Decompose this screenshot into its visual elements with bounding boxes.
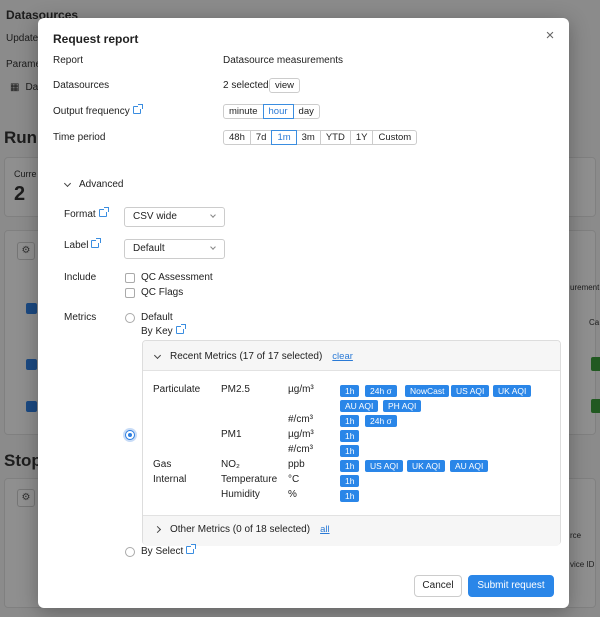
metric-chip[interactable]: NowCast [405, 385, 450, 397]
output-frequency-text: Output frequency [53, 106, 130, 117]
metric-pm1: PM1 [221, 429, 242, 440]
external-link-icon[interactable] [132, 104, 143, 114]
advanced-label: Advanced [79, 179, 124, 190]
external-link-icon[interactable] [186, 544, 197, 554]
metrics-default-label: Default [141, 312, 173, 323]
request-report-modal: Request report × Report Datasource measu… [38, 18, 569, 608]
frequency-segmented-control: minute hour day [223, 104, 320, 119]
external-link-icon[interactable] [175, 324, 186, 334]
time-option-1y[interactable]: 1Y [349, 130, 374, 145]
metric-pm25: PM2.5 [221, 384, 250, 395]
report-label: Report [53, 55, 84, 66]
chevron-down-icon [210, 212, 216, 218]
time-period-segmented-control: 48h 7d 1m 3m YTD 1Y Custom [223, 130, 418, 145]
metric-chip[interactable]: 1h [340, 475, 360, 487]
time-option-3m[interactable]: 3m [295, 130, 321, 145]
metric-chip[interactable]: US AQI [365, 460, 404, 472]
recent-metrics-label: Recent Metrics (17 of 17 selected) [170, 351, 323, 362]
metric-chip[interactable]: AU AQI [450, 460, 489, 472]
report-value: Datasource measurements [223, 55, 344, 66]
metric-chip[interactable]: 24h σ [365, 415, 397, 427]
recent-metrics-toggle[interactable]: Recent Metrics (17 of 17 selected) clear [153, 351, 353, 362]
by-select-text: By Select [141, 546, 184, 557]
label-text: Label [64, 240, 89, 251]
metric-humidity: Humidity [221, 489, 260, 500]
datasources-selected-count: 2 selected [223, 80, 269, 91]
time-option-custom[interactable]: Custom [372, 130, 418, 145]
time-option-ytd[interactable]: YTD [319, 130, 351, 145]
group-gas: Gas [153, 459, 172, 470]
metric-chip[interactable]: 1h [340, 460, 360, 472]
time-option-7d[interactable]: 7d [249, 130, 273, 145]
include-label: Include [64, 272, 97, 283]
metrics-by-key-panel: Recent Metrics (17 of 17 selected) clear… [142, 340, 561, 546]
metric-chip[interactable]: 1h [340, 445, 360, 457]
time-option-48h[interactable]: 48h [223, 130, 251, 145]
modal-title: Request report [53, 32, 139, 46]
format-label: Format [64, 207, 109, 220]
unit-percent: % [288, 489, 297, 500]
metric-chip[interactable]: 1h [340, 430, 360, 442]
metrics-by-select-radio[interactable] [125, 547, 135, 557]
external-link-icon[interactable] [98, 207, 109, 217]
metric-chip[interactable]: 24h σ [365, 385, 397, 397]
metrics-by-key-label: By Key [141, 324, 186, 337]
qc-flags-checkbox[interactable] [125, 288, 135, 298]
clear-metrics-link[interactable]: clear [332, 351, 353, 362]
metric-chip[interactable]: 1h [340, 490, 360, 502]
time-option-1m[interactable]: 1m [271, 130, 297, 145]
chevron-down-icon [153, 351, 162, 359]
metrics-by-select-label: By Select [141, 544, 197, 557]
metric-chip[interactable]: 1h [340, 385, 360, 397]
datasources-label: Datasources [53, 80, 110, 91]
metric-no2: NO₂ [221, 459, 240, 470]
metrics-by-key-radio[interactable] [125, 430, 135, 440]
format-select[interactable]: CSV wide [124, 207, 225, 227]
unit-per-cm3: #/cm³ [288, 414, 313, 425]
submit-request-button[interactable]: Submit request [468, 575, 554, 597]
label-selected-value: Default [133, 243, 165, 254]
view-datasources-button[interactable]: view [269, 78, 301, 93]
frequency-option-hour[interactable]: hour [262, 104, 294, 119]
group-internal: Internal [153, 474, 187, 485]
metric-temperature: Temperature [221, 474, 278, 485]
metric-chip[interactable]: 1h [340, 415, 360, 427]
chevron-down-icon [63, 179, 72, 187]
output-frequency-label: Output frequency [53, 104, 143, 117]
chevron-down-icon [210, 244, 216, 250]
metrics-default-radio[interactable] [125, 313, 135, 323]
qc-assessment-label: QC Assessment [141, 272, 213, 283]
advanced-toggle[interactable]: Advanced [63, 179, 124, 190]
close-icon[interactable]: × [543, 28, 557, 43]
chevron-right-icon [153, 525, 162, 534]
other-metrics-toggle[interactable]: Other Metrics (0 of 18 selected) all [153, 524, 330, 535]
format-text: Format [64, 209, 96, 220]
cancel-button[interactable]: Cancel [414, 575, 462, 597]
metric-chip[interactable]: PH AQI [383, 400, 422, 412]
qc-assessment-checkbox[interactable] [125, 273, 135, 283]
qc-flags-label: QC Flags [141, 287, 184, 298]
label-select[interactable]: Default [124, 239, 225, 259]
label-field-label: Label [64, 238, 102, 251]
unit-celsius: °C [288, 474, 300, 485]
unit-per-cm3: #/cm³ [288, 444, 313, 455]
by-key-text: By Key [141, 326, 173, 337]
format-selected-value: CSV wide [133, 211, 177, 222]
unit-ugm3: µg/m³ [288, 429, 314, 440]
frequency-option-minute[interactable]: minute [223, 104, 264, 119]
unit-ugm3: µg/m³ [288, 384, 314, 395]
group-particulate: Particulate [153, 384, 201, 395]
unit-ppb: ppb [288, 459, 305, 470]
time-period-label: Time period [53, 132, 106, 143]
other-metrics-label: Other Metrics (0 of 18 selected) [170, 524, 311, 535]
metric-chip[interactable]: AU AQI [340, 400, 379, 412]
metric-chip[interactable]: UK AQI [407, 460, 446, 472]
select-all-metrics-link[interactable]: all [320, 524, 330, 535]
metric-chip[interactable]: US AQI [451, 385, 490, 397]
external-link-icon[interactable] [91, 238, 102, 248]
metric-chip[interactable]: UK AQI [493, 385, 532, 397]
frequency-option-day[interactable]: day [292, 104, 320, 119]
metrics-label: Metrics [64, 312, 97, 323]
